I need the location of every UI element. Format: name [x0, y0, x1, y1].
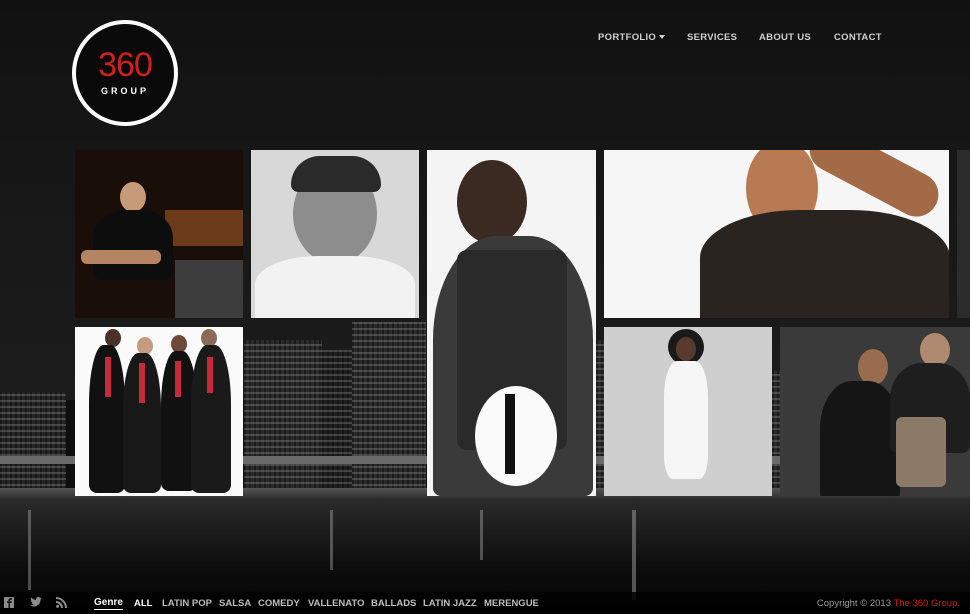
copyright-label: Copyright © 2013 — [816, 598, 894, 609]
portfolio-tile-artist-3[interactable] — [427, 150, 596, 496]
filter-merengue[interactable]: MERENGUE — [484, 598, 539, 609]
filter-salsa[interactable]: SALSA — [219, 598, 251, 609]
chevron-down-icon — [659, 35, 666, 40]
nav-about-us[interactable]: ABOUT US — [759, 32, 811, 43]
genre-label: Genre — [94, 597, 123, 610]
facebook-icon[interactable] — [4, 597, 14, 611]
portfolio-tile-artist-6[interactable] — [75, 327, 243, 496]
filter-all[interactable]: ALL — [134, 598, 152, 609]
twitter-icon[interactable] — [30, 597, 42, 610]
filter-latin-pop[interactable]: LATIN POP — [162, 598, 212, 609]
portfolio-tile-artist-4[interactable] — [604, 150, 949, 318]
copyright-brand-link[interactable]: The 360 Group. — [893, 598, 960, 609]
filter-latin-jazz[interactable]: LATIN JAZZ — [423, 598, 477, 609]
copyright-text: Copyright © 2013 The 360 Group. — [817, 598, 960, 609]
portfolio-tile-artist-8[interactable] — [780, 327, 970, 496]
rss-icon[interactable] — [56, 597, 67, 611]
portfolio-tile-artist-2[interactable] — [251, 150, 419, 318]
portfolio-tile-artist-1[interactable] — [75, 150, 243, 318]
nav-contact[interactable]: CONTACT — [834, 32, 882, 43]
filter-comedy[interactable]: COMEDY — [258, 598, 300, 609]
nav-portfolio[interactable]: PORTFOLIO — [598, 32, 666, 43]
portfolio-tile-artist-5[interactable] — [957, 150, 970, 318]
logo[interactable]: 360 GROUP — [72, 20, 178, 126]
nav-portfolio-label: PORTFOLIO — [598, 32, 657, 43]
filter-vallenato[interactable]: VALLENATO — [308, 598, 364, 609]
filter-ballads[interactable]: BALLADS — [371, 598, 416, 609]
logo-word: GROUP — [100, 86, 149, 96]
portfolio-tile-artist-7[interactable] — [604, 327, 772, 496]
nav-services[interactable]: SERVICES — [687, 32, 737, 43]
logo-number: 360 — [98, 46, 153, 84]
